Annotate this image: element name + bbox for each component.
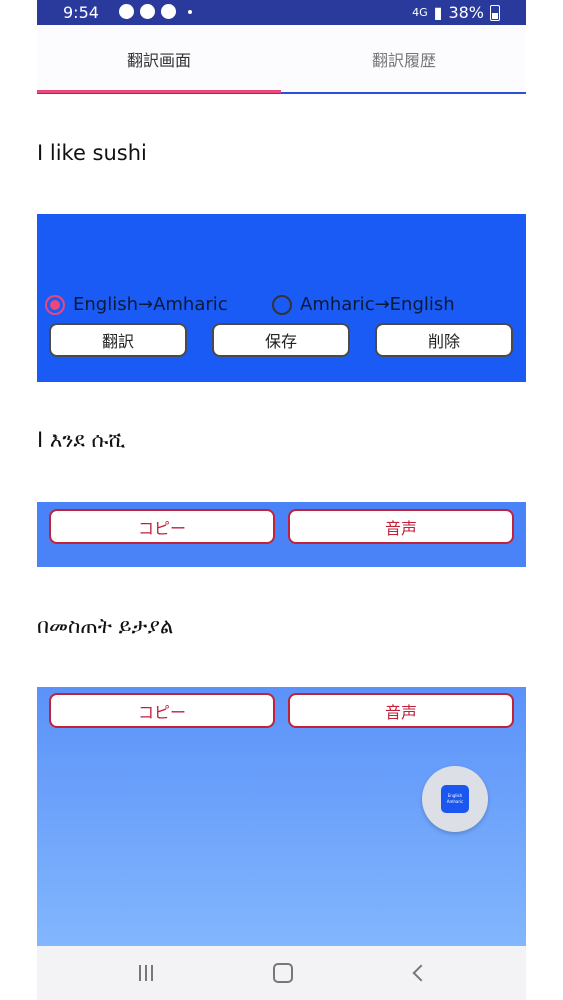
radio-checked-icon[interactable] <box>45 294 65 315</box>
more-notifications-icon <box>188 9 192 14</box>
speak-button-2[interactable]: 音声 <box>288 693 514 728</box>
delete-button[interactable]: 削除 <box>375 323 513 357</box>
save-button[interactable]: 保存 <box>212 323 350 357</box>
tab-translate[interactable]: 翻訳画面 <box>37 25 281 93</box>
result-1-actions: コピー 音声 <box>37 502 526 567</box>
notification-icon <box>140 4 155 19</box>
floating-action-button[interactable]: English Amharic <box>422 766 488 832</box>
radio-amharic-to-english[interactable]: Amharic→English <box>272 294 455 315</box>
radio-label: Amharic→English <box>300 294 455 315</box>
copy-button-2[interactable]: コピー <box>49 693 275 728</box>
tab-active-indicator <box>37 90 281 93</box>
translation-result-1: I እንደ ሱሺ <box>37 428 126 452</box>
network-type: 4G <box>412 6 428 19</box>
recents-icon <box>139 965 153 981</box>
home-button[interactable] <box>268 958 298 988</box>
tab-bar: 翻訳画面 翻訳履歴 <box>37 25 526 95</box>
translation-result-2: በመስጠት ይታያል <box>37 614 174 638</box>
status-time: 9:54 <box>63 3 99 22</box>
radio-unchecked-icon[interactable] <box>272 294 292 315</box>
radio-label: English→Amharic <box>73 294 228 315</box>
translate-button[interactable]: 翻訳 <box>49 323 187 357</box>
chrome-icon <box>161 4 176 19</box>
status-bar: 9:54 4G ▮ 38% <box>37 0 526 25</box>
back-icon <box>412 964 430 982</box>
system-nav-bar <box>37 946 526 1000</box>
app-logo-icon: English Amharic <box>441 785 469 813</box>
recents-button[interactable] <box>131 958 161 988</box>
notification-icon <box>119 4 134 19</box>
radio-english-to-amharic[interactable]: English→Amharic <box>45 294 228 315</box>
tab-history[interactable]: 翻訳履歴 <box>282 25 526 93</box>
copy-button-1[interactable]: コピー <box>49 509 275 544</box>
back-button[interactable] <box>404 958 434 988</box>
control-panel: English→Amharic Amharic→English 翻訳 保存 削除 <box>37 214 526 382</box>
battery-level: 38% <box>448 3 484 22</box>
speak-button-1[interactable]: 音声 <box>288 509 514 544</box>
source-text[interactable]: I like sushi <box>37 141 147 165</box>
status-indicators: 4G ▮ 38% <box>412 3 500 22</box>
signal-icon: ▮ <box>433 3 443 22</box>
battery-icon <box>490 4 500 21</box>
notification-icons <box>119 4 192 19</box>
home-icon <box>273 963 293 983</box>
